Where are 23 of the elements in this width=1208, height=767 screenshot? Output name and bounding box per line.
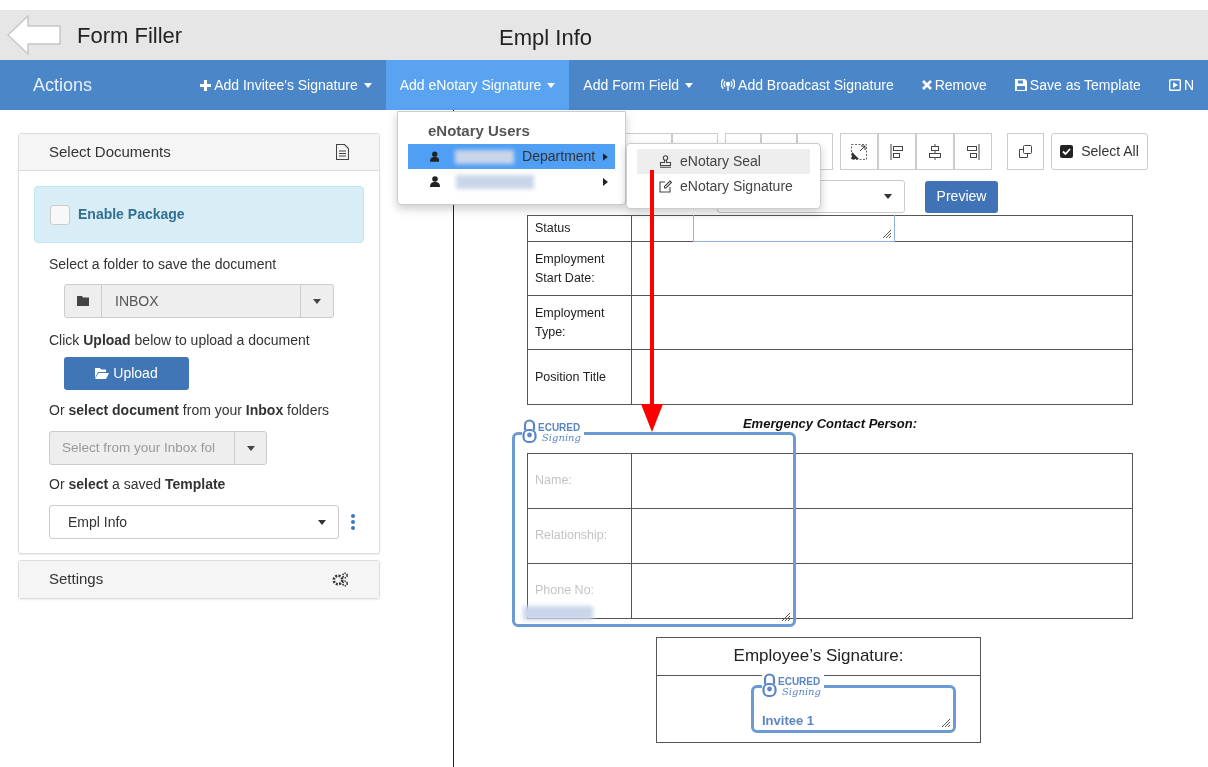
logo-text: ECURED [538, 423, 581, 433]
logo-script-text: Signing [542, 433, 581, 443]
form-label: Status [535, 221, 571, 236]
menu-heading: eNotary Users [427, 121, 530, 141]
app-title: Form Filler [77, 21, 183, 50]
upload-hint: Click Upload below to upload a document [48, 331, 311, 350]
logo-script-text: Signing [782, 687, 821, 697]
section-heading: Emergency Contact Person: [742, 416, 918, 431]
checkbox-label: Enable Package [78, 205, 185, 224]
signature-field-label: Invitee 1 [762, 712, 815, 730]
actions-title: Actions [32, 73, 94, 97]
form-label: Employment Start Date: [535, 251, 605, 285]
form-label: Position Title [535, 369, 606, 384]
template-hint: Or select a saved Template [48, 475, 227, 494]
form-label: Name: [535, 473, 572, 488]
inbox-hint: Or select document from your Inbox folders [48, 401, 331, 420]
document-title: Empl Info [499, 23, 593, 52]
form-label: Phone No: [535, 583, 595, 598]
logo-text: ECURED [778, 677, 821, 687]
form-label: Relationship: [535, 528, 608, 543]
form-label: Employment Type: [535, 305, 605, 339]
signature-heading: Employee’s Signature: [733, 646, 904, 666]
folder-label: Select a folder to save the document [48, 255, 278, 274]
